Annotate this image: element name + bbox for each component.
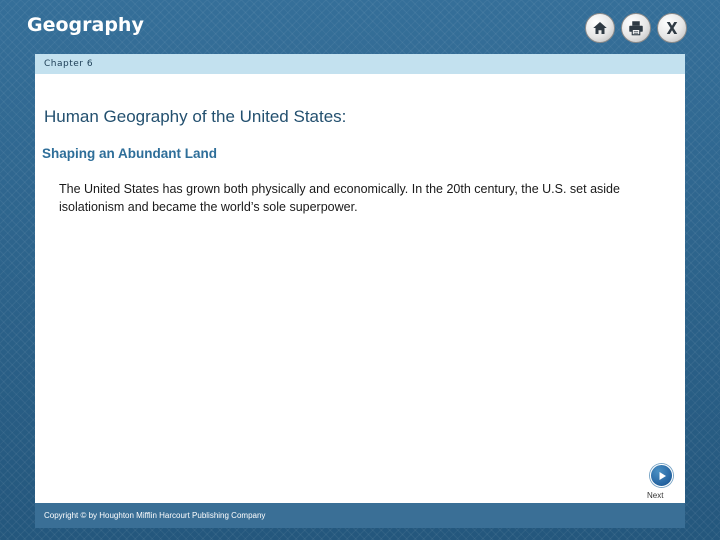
page-title: Human Geography of the United States:	[44, 107, 347, 126]
chapter-bar: Chapter 6	[35, 54, 685, 74]
close-icon	[666, 22, 678, 34]
copyright-text: Copyright © by Houghton Mifflin Harcourt…	[44, 511, 266, 520]
content-panel: Human Geography of the United States: Sh…	[35, 74, 685, 503]
play-arrow-icon	[659, 471, 666, 480]
app-title: Geography	[27, 14, 144, 36]
home-button[interactable]	[585, 13, 615, 43]
home-icon	[593, 22, 607, 34]
body-text: The United States has grown both physica…	[59, 182, 620, 214]
chapter-label: Chapter 6	[44, 59, 94, 69]
page-subtitle: Shaping an Abundant Land	[42, 146, 217, 161]
print-icon	[629, 21, 643, 36]
next-label: Next	[647, 491, 664, 500]
footer: Copyright © by Houghton Mifflin Harcourt…	[35, 503, 685, 528]
close-button[interactable]	[657, 13, 687, 43]
toolbar	[585, 13, 687, 43]
next-button[interactable]	[650, 464, 673, 487]
print-button[interactable]	[621, 13, 651, 43]
